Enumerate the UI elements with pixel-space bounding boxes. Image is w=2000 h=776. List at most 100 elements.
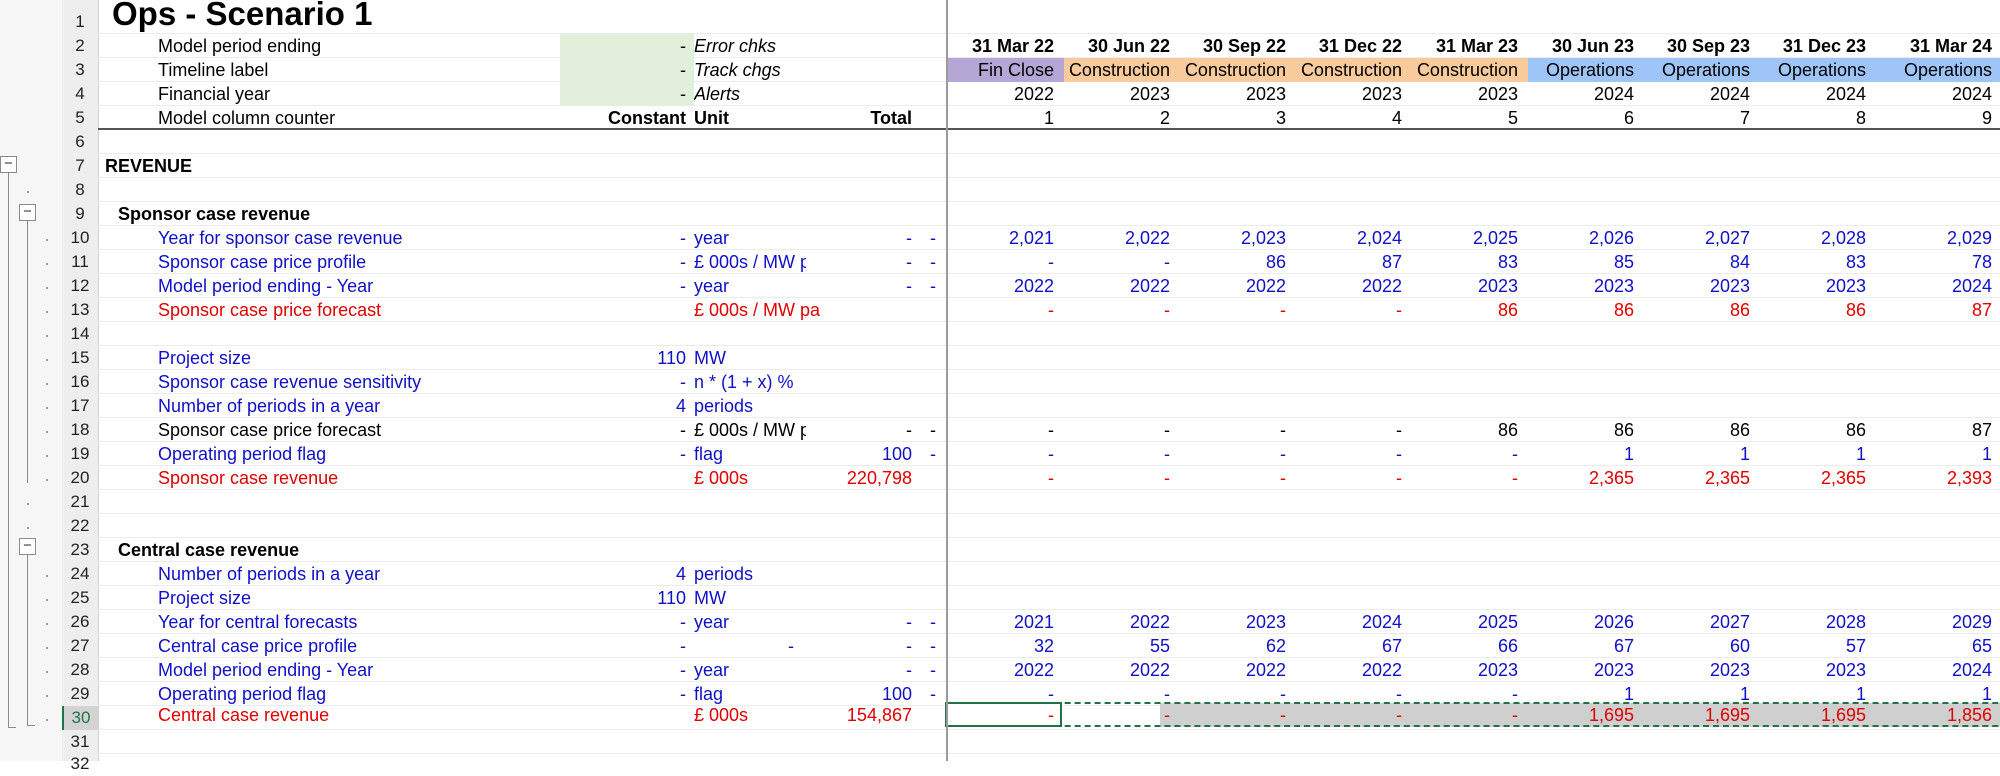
fin-year-cell[interactable]: 2023 — [1412, 82, 1518, 106]
counter-cell[interactable]: 5 — [1412, 106, 1518, 130]
value-cell[interactable]: 2023 — [1412, 274, 1518, 298]
value-cell[interactable]: 86 — [1644, 298, 1750, 322]
value-cell[interactable]: 2027 — [1644, 610, 1750, 634]
value-cell[interactable]: 57 — [1760, 634, 1866, 658]
value-cell[interactable]: 2,023 — [1180, 226, 1286, 250]
value-cell[interactable]: - — [1296, 298, 1402, 322]
unit-cell[interactable]: flag — [694, 442, 814, 466]
value-cell[interactable]: 2,365 — [1528, 466, 1634, 490]
row-number[interactable]: 10 — [62, 226, 98, 250]
unit-cell[interactable]: year — [694, 226, 814, 250]
alerts-label[interactable]: Alerts — [694, 82, 874, 106]
value-cell[interactable]: 1,856 — [1876, 703, 1992, 727]
date-header[interactable]: 30 Jun 22 — [1064, 34, 1170, 58]
flag-cell[interactable]: - — [914, 274, 936, 298]
row-number[interactable]: 29 — [62, 682, 98, 706]
counter-cell[interactable]: 7 — [1644, 106, 1750, 130]
value-cell[interactable]: - — [1064, 442, 1170, 466]
value-cell[interactable]: - — [1412, 703, 1518, 727]
unit-cell[interactable]: £ 000s — [694, 466, 814, 490]
row-number-selected[interactable]: 30 — [62, 706, 98, 730]
value-cell[interactable]: 66 — [1412, 634, 1518, 658]
total-cell[interactable]: - — [814, 634, 912, 658]
value-cell[interactable]: 32 — [948, 634, 1054, 658]
value-cell[interactable]: 2,393 — [1876, 466, 1992, 490]
value-cell[interactable]: 86 — [1412, 298, 1518, 322]
unit-cell[interactable]: £ 000s / MW p — [694, 418, 806, 442]
flag-cell[interactable]: - — [914, 658, 936, 682]
label-timeline[interactable]: Timeline label — [158, 58, 558, 82]
constant-cell[interactable]: - — [560, 226, 694, 250]
counter-cell[interactable]: 3 — [1180, 106, 1286, 130]
value-cell[interactable]: 2024 — [1876, 274, 1992, 298]
value-cell[interactable]: - — [1180, 703, 1286, 727]
value-cell[interactable]: 1,695 — [1644, 703, 1750, 727]
value-cell[interactable]: 84 — [1644, 250, 1750, 274]
fin-year-cell[interactable]: 2023 — [1296, 82, 1402, 106]
value-cell[interactable]: - — [1180, 466, 1286, 490]
value-cell[interactable]: 2025 — [1412, 610, 1518, 634]
value-cell[interactable]: 2021 — [948, 610, 1054, 634]
constant-cell[interactable]: - — [560, 634, 694, 658]
value-cell[interactable]: 2023 — [1644, 274, 1750, 298]
row-number[interactable]: 16 — [62, 370, 98, 394]
phase-cell-operations[interactable]: Operations — [1760, 58, 1876, 82]
value-cell[interactable]: 2022 — [948, 274, 1054, 298]
row-label[interactable]: Sponsor case price profile — [158, 250, 558, 274]
row-number[interactable]: 13 — [62, 298, 98, 322]
phase-cell-fin-close[interactable]: Fin Close — [948, 58, 1064, 82]
phase-cell-operations[interactable]: Operations — [1876, 58, 2000, 82]
value-cell[interactable]: 86 — [1528, 418, 1634, 442]
row-label[interactable]: Central case revenue — [158, 703, 558, 727]
total-cell[interactable]: - — [814, 418, 912, 442]
value-cell[interactable]: 2026 — [1528, 610, 1634, 634]
value-cell[interactable]: 2,365 — [1644, 466, 1750, 490]
phase-cell-operations[interactable]: Operations — [1644, 58, 1760, 82]
value-cell[interactable]: - — [1412, 442, 1518, 466]
value-cell[interactable]: 86 — [1412, 418, 1518, 442]
row-number[interactable]: 9 — [62, 202, 98, 226]
phase-cell-construction[interactable]: Construction — [1064, 58, 1180, 82]
value-cell[interactable]: 2022 — [1180, 658, 1286, 682]
sheet-grid[interactable]: Ops - Scenario 1 Model period ending - E… — [98, 0, 2000, 761]
value-cell[interactable]: 86 — [1180, 250, 1286, 274]
value-cell[interactable]: - — [1180, 298, 1286, 322]
value-cell[interactable]: 83 — [1412, 250, 1518, 274]
total-cell[interactable]: 220,798 — [814, 466, 912, 490]
subsection-heading-central[interactable]: Central case revenue — [118, 538, 518, 562]
row-number[interactable]: 1 — [62, 10, 98, 34]
constant-cell[interactable]: - — [560, 370, 694, 394]
fin-year-cell[interactable]: 2024 — [1644, 82, 1750, 106]
unit-cell[interactable]: n * (1 + x) % — [694, 370, 854, 394]
row-label[interactable]: Sponsor case revenue — [158, 466, 558, 490]
date-header[interactable]: 31 Mar 22 — [948, 34, 1054, 58]
row-number[interactable]: 23 — [62, 538, 98, 562]
counter-cell[interactable]: 1 — [948, 106, 1054, 130]
value-cell[interactable]: 65 — [1876, 634, 1992, 658]
row-label[interactable]: Number of periods in a year — [158, 562, 558, 586]
value-cell[interactable]: 1 — [1876, 442, 1992, 466]
row-number[interactable]: 5 — [62, 106, 98, 130]
fin-year-cell[interactable]: 2023 — [1180, 82, 1286, 106]
date-header[interactable]: 30 Sep 22 — [1180, 34, 1286, 58]
value-cell[interactable]: - — [1412, 466, 1518, 490]
value-cell[interactable]: 1 — [1760, 442, 1866, 466]
value-cell[interactable]: - — [1296, 442, 1402, 466]
row-number[interactable]: 26 — [62, 610, 98, 634]
fin-year-cell[interactable]: 2022 — [948, 82, 1054, 106]
green-input-cell[interactable]: - — [560, 34, 694, 58]
constant-cell[interactable]: 4 — [560, 562, 694, 586]
unit-cell[interactable]: MW — [694, 346, 814, 370]
flag-cell[interactable]: - — [914, 634, 936, 658]
constant-cell[interactable]: - — [560, 610, 694, 634]
value-cell[interactable]: 86 — [1760, 298, 1866, 322]
constant-cell[interactable]: - — [560, 274, 694, 298]
row-number[interactable]: 21 — [62, 490, 98, 514]
counter-cell[interactable]: 2 — [1064, 106, 1170, 130]
value-cell[interactable]: 2023 — [1412, 658, 1518, 682]
value-cell[interactable]: 60 — [1644, 634, 1750, 658]
error-checks-label[interactable]: Error chks — [694, 34, 874, 58]
row-number[interactable]: 22 — [62, 514, 98, 538]
value-cell[interactable]: 86 — [1644, 418, 1750, 442]
flag-cell[interactable]: - — [914, 226, 936, 250]
